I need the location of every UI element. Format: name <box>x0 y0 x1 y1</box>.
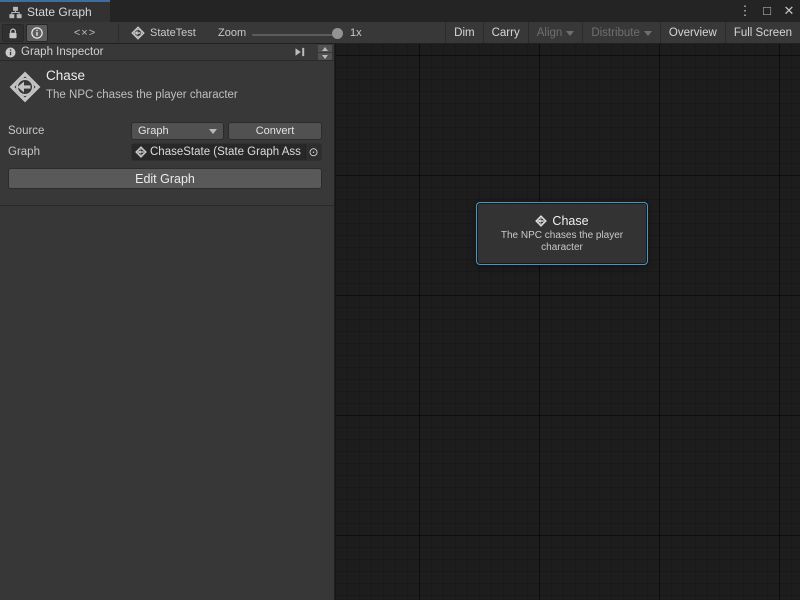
graph-object-field[interactable]: ChaseState (State Graph Ass ⊙ <box>131 143 322 161</box>
state-machine-icon <box>9 71 41 103</box>
state-machine-icon <box>135 146 147 158</box>
carry-button[interactable]: Carry <box>483 22 528 43</box>
align-dropdown-button[interactable]: Align <box>528 22 583 43</box>
title-bar: State Graph ⋮ □ ✕ <box>0 0 800 22</box>
close-icon[interactable]: ✕ <box>782 0 796 22</box>
graph-toolbar: <×> StateTest Zoom 1x Dim Carry Align <box>0 22 800 44</box>
overview-button[interactable]: Overview <box>660 22 725 43</box>
graph-reference-button[interactable]: StateTest <box>131 24 196 42</box>
distribute-dropdown-button[interactable]: Distribute <box>582 22 660 43</box>
state-machine-icon <box>535 215 547 227</box>
graph-reference-label: StateTest <box>150 27 196 39</box>
align-button-label: Align <box>537 27 563 39</box>
code-icon: <×> <box>74 27 96 39</box>
node-description: The NPC chases the player character <box>487 230 637 254</box>
window-menu-icon[interactable]: ⋮ <box>738 0 752 22</box>
panel-scroll-spinner <box>318 45 332 60</box>
graph-label: Graph <box>8 143 40 161</box>
source-label: Source <box>8 122 44 140</box>
object-picker-icon[interactable]: ⊙ <box>305 144 321 160</box>
selected-state-header: Chase The NPC chases the player characte… <box>0 61 334 117</box>
state-node-chase[interactable]: Chase The NPC chases the player characte… <box>476 202 648 265</box>
full-screen-button-label: Full Screen <box>734 27 792 39</box>
state-title: Chase <box>46 68 85 83</box>
chevron-down-icon <box>209 129 217 134</box>
inspector-empty-area <box>0 205 334 600</box>
lock-icon <box>8 28 18 39</box>
state-description: The NPC chases the player character <box>46 89 238 101</box>
full-screen-button[interactable]: Full Screen <box>725 22 800 43</box>
chevron-down-icon <box>566 31 574 36</box>
dim-button-label: Dim <box>454 27 474 39</box>
convert-button[interactable]: Convert <box>228 122 322 140</box>
dim-button[interactable]: Dim <box>445 22 482 43</box>
edit-graph-button[interactable]: Edit Graph <box>8 168 322 189</box>
convert-button-label: Convert <box>256 125 295 137</box>
chevron-down-icon <box>644 31 652 36</box>
graph-object-value: ChaseState (State Graph Ass <box>150 146 302 158</box>
source-dropdown[interactable]: Graph <box>131 122 224 140</box>
scroll-down-button[interactable] <box>318 53 332 60</box>
overview-button-label: Overview <box>669 27 717 39</box>
source-dropdown-value: Graph <box>138 125 169 137</box>
info-icon <box>5 47 16 58</box>
dock-panel-icon[interactable] <box>294 46 306 58</box>
node-title-row: Chase <box>535 214 588 228</box>
triangle-up-icon <box>322 47 328 51</box>
zoom-value: 1x <box>350 24 362 42</box>
code-view-button[interactable]: <×> <box>58 24 112 42</box>
zoom-label: Zoom <box>218 24 246 42</box>
graph-inspector-panel: Graph Inspector Chase The NPC chases the… <box>0 44 335 600</box>
distribute-button-label: Distribute <box>591 27 640 39</box>
tab-state-graph[interactable]: State Graph <box>0 0 110 22</box>
source-field-row: Source Graph Convert <box>0 122 334 140</box>
triangle-down-icon <box>322 55 328 59</box>
scroll-up-button[interactable] <box>318 45 332 52</box>
info-icon <box>31 27 43 39</box>
tab-title: State Graph <box>27 5 92 19</box>
toolbar-right-group: Dim Carry Align Distribute Overview Full… <box>445 22 800 43</box>
graph-field-row: Graph ChaseState (State Graph Ass ⊙ <box>0 143 334 161</box>
graph-canvas[interactable]: Chase The NPC chases the player characte… <box>335 44 800 600</box>
zoom-slider-handle[interactable] <box>332 28 343 39</box>
state-machine-icon <box>131 26 145 40</box>
node-title: Chase <box>552 214 588 228</box>
graph-hierarchy-icon <box>9 6 22 19</box>
lock-button[interactable] <box>2 24 24 42</box>
inspector-header-title: Graph Inspector <box>21 46 103 58</box>
inspector-toggle-button[interactable] <box>26 24 48 42</box>
maximize-icon[interactable]: □ <box>760 0 774 22</box>
edit-graph-button-label: Edit Graph <box>135 172 195 186</box>
toolbar-separator <box>118 24 119 42</box>
carry-button-label: Carry <box>492 27 520 39</box>
graph-inspector-header: Graph Inspector <box>0 44 334 61</box>
window-controls: ⋮ □ ✕ <box>738 0 796 22</box>
zoom-slider-track[interactable] <box>252 34 338 36</box>
